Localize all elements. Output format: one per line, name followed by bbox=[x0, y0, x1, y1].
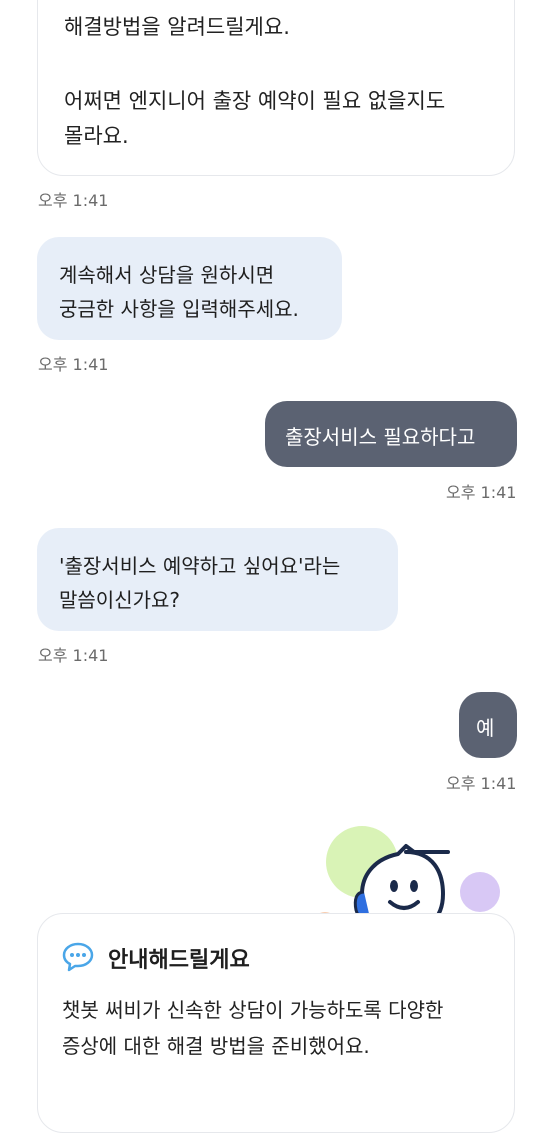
bot-message-text: 궁금한 사항을 입력해주세요. bbox=[59, 297, 299, 321]
bot-message-card: 해결방법을 알려드릴게요. 어쩌면 엔지니어 출장 예약이 필요 없을지도 몰라… bbox=[37, 0, 515, 176]
info-card-text: 증상에 대한 해결 방법을 준비했어요. bbox=[62, 1034, 370, 1058]
bot-message-text: '출장서비스 예약하고 싶어요'라는 bbox=[59, 554, 341, 578]
bot-message-bubble: '출장서비스 예약하고 싶어요'라는 말씀이신가요? bbox=[37, 528, 398, 631]
message-timestamp: 오후 1:41 bbox=[38, 355, 109, 374]
bot-message-text: 계속해서 상담을 원하시면 bbox=[59, 263, 275, 287]
user-message-text: 예 bbox=[476, 716, 495, 740]
bot-message-bubble: 계속해서 상담을 원하시면 궁금한 사항을 입력해주세요. bbox=[37, 237, 342, 340]
info-card-title: 안내해드릴게요 bbox=[108, 948, 250, 973]
info-card: 안내해드릴게요 챗봇 써비가 신속한 상담이 가능하도록 다양한 증상에 대한 … bbox=[37, 913, 515, 1133]
bot-message-text: 몰라요. bbox=[64, 124, 129, 148]
bot-message-text: 어쩌면 엔지니어 출장 예약이 필요 없을지도 bbox=[64, 89, 446, 113]
message-timestamp: 오후 1:41 bbox=[38, 646, 109, 665]
message-timestamp: 오후 1:41 bbox=[38, 191, 109, 210]
message-timestamp: 오후 1:41 bbox=[446, 774, 517, 793]
decor-circle-purple bbox=[460, 872, 500, 912]
user-message-text: 출장서비스 필요하다고 bbox=[285, 425, 476, 449]
bot-message-text: 말씀이신가요? bbox=[59, 588, 181, 612]
bot-message-text: 해결방법을 알려드릴게요. bbox=[64, 15, 290, 39]
user-message-bubble: 예 bbox=[459, 692, 517, 758]
user-message-bubble: 출장서비스 필요하다고 bbox=[265, 401, 517, 467]
info-card-text: 챗봇 써비가 신속한 상담이 가능하도록 다양한 bbox=[62, 998, 444, 1022]
chat-bubble-icon bbox=[62, 942, 94, 972]
message-timestamp: 오후 1:41 bbox=[446, 483, 517, 502]
